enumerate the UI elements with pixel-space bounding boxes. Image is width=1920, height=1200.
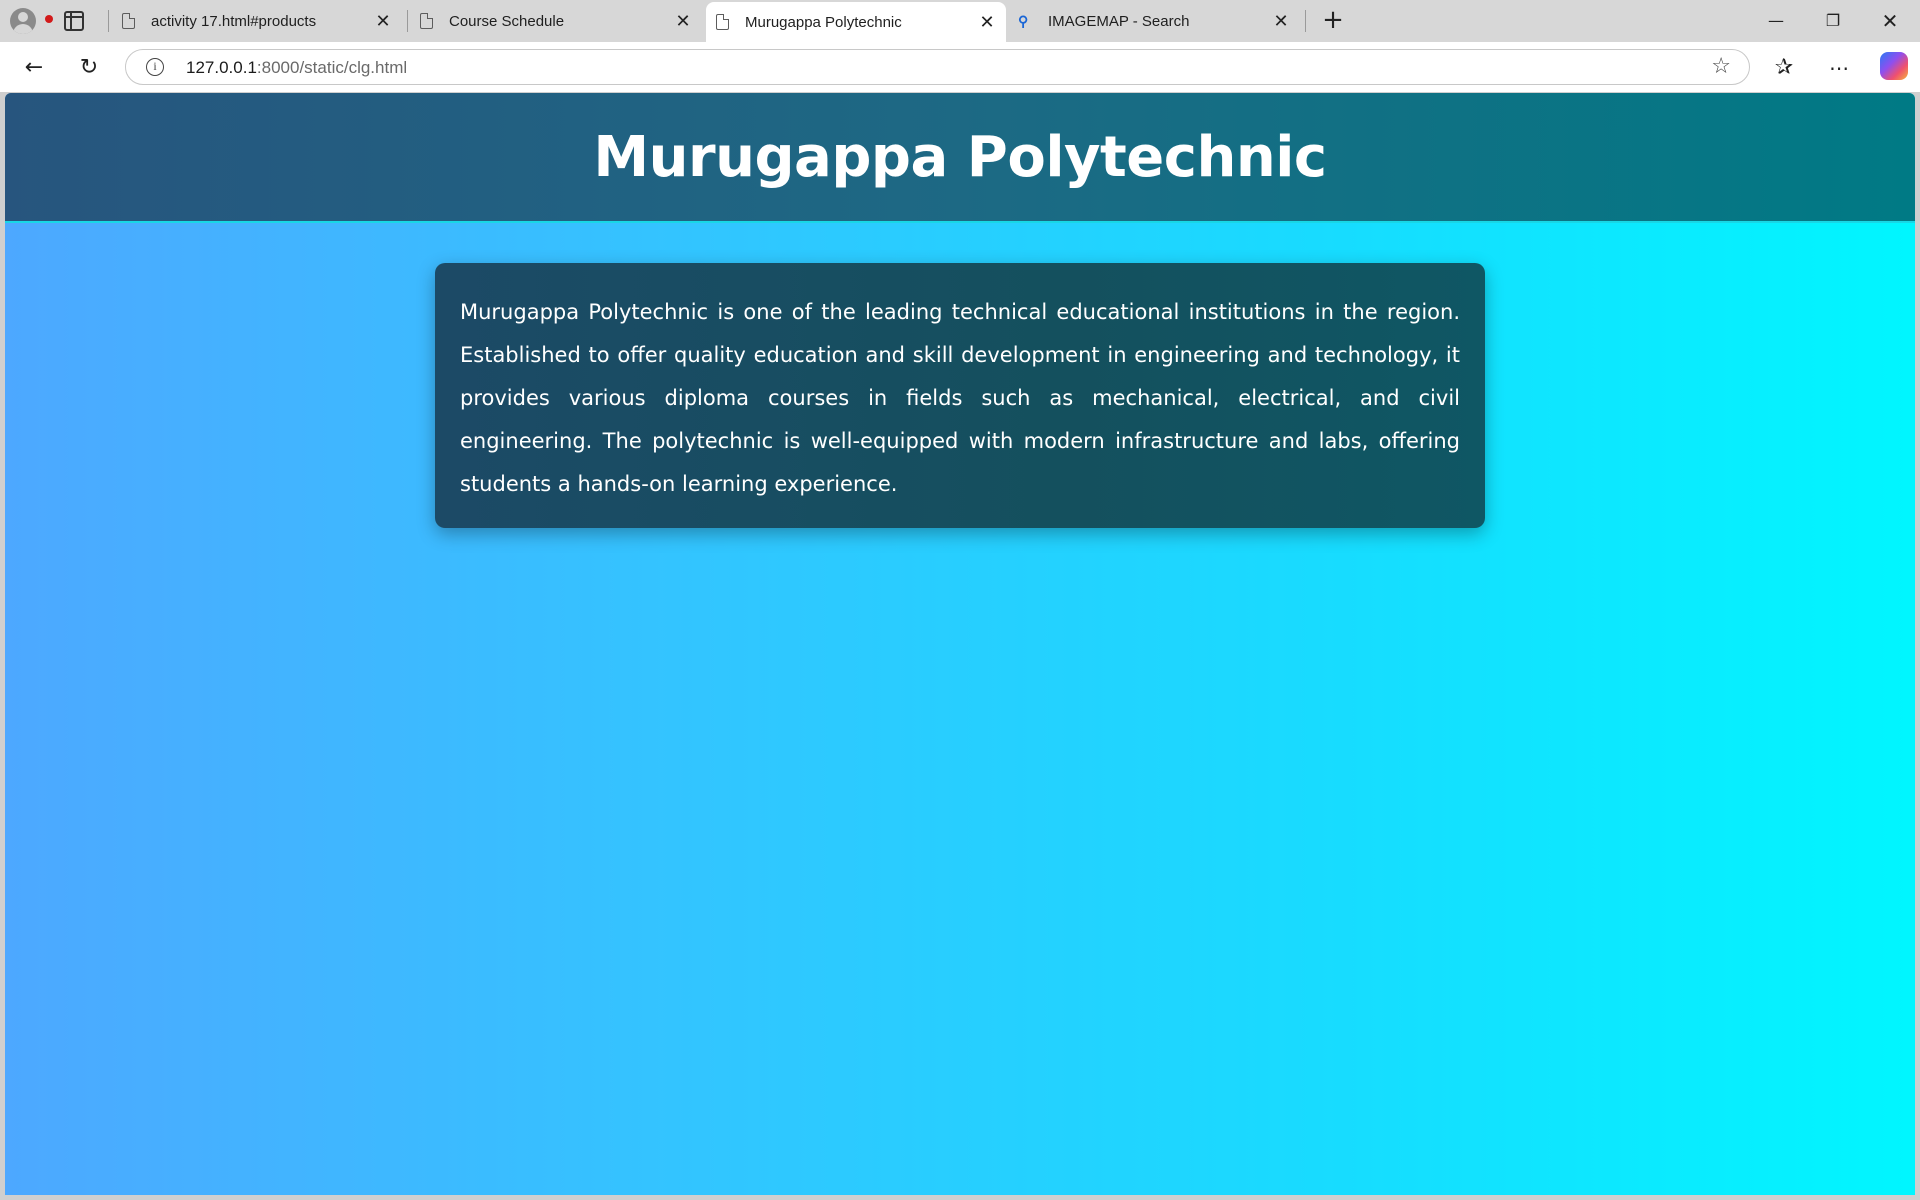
restore-button[interactable]: ❐ (1810, 6, 1856, 36)
tab-separator (108, 10, 109, 32)
document-icon (420, 13, 433, 29)
tab-label: IMAGEMAP - Search (1048, 12, 1190, 30)
tab-actions-icon[interactable] (64, 11, 84, 31)
favorite-star-icon[interactable]: ☆ (1711, 54, 1731, 79)
tab-murugappa-polytechnic[interactable]: Murugappa Polytechnic ✕ (706, 2, 1006, 42)
about-card: Murugappa Polytechnic is one of the lead… (435, 263, 1485, 528)
favorites-icon[interactable]: ✰ (1768, 52, 1800, 84)
tab-separator (407, 10, 408, 32)
address-bar[interactable]: i 127.0.0.1:8000/static/clg.html ☆ (125, 49, 1750, 85)
tab-label: Course Schedule (449, 12, 565, 30)
tab-strip: activity 17.html#products ✕ Course Sched… (0, 0, 1920, 42)
page-viewport: Murugappa Polytechnic Murugappa Polytech… (5, 93, 1915, 1195)
minimize-button[interactable]: — (1753, 6, 1799, 36)
about-paragraph: Murugappa Polytechnic is one of the lead… (460, 300, 1460, 496)
document-icon (122, 13, 135, 29)
notification-dot (10, 8, 53, 34)
url-path: :8000/static/clg.html (256, 58, 408, 77)
tab-activity-17[interactable]: activity 17.html#products ✕ (112, 4, 402, 38)
page-title: Murugappa Polytechnic (593, 124, 1327, 190)
refresh-icon[interactable]: ↻ (73, 52, 105, 84)
url-host: 127.0.0.1 (186, 58, 257, 77)
site-info-icon[interactable]: i (146, 58, 164, 76)
site-header: Murugappa Polytechnic (5, 93, 1915, 223)
url-text[interactable]: 127.0.0.1:8000/static/clg.html (186, 58, 407, 78)
tab-label: activity 17.html#products (151, 12, 317, 30)
back-arrow-icon[interactable]: ← (18, 52, 50, 84)
more-options-icon[interactable]: ⋯ (1823, 52, 1855, 84)
close-window-button[interactable]: ✕ (1867, 6, 1913, 36)
search-icon: ⚲ (1018, 13, 1029, 29)
tab-label: Murugappa Polytechnic (745, 13, 902, 31)
close-icon[interactable]: ✕ (976, 12, 998, 33)
tab-imagemap-search[interactable]: ⚲ IMAGEMAP - Search ✕ (1008, 4, 1300, 38)
tab-separator (1305, 10, 1306, 32)
close-icon[interactable]: ✕ (672, 11, 694, 32)
navigation-bar: ← ↻ i 127.0.0.1:8000/static/clg.html ☆ ✰… (0, 42, 1920, 92)
new-tab-button[interactable]: + (1318, 6, 1348, 36)
window-bottom-border (0, 1195, 1920, 1200)
close-icon[interactable]: ✕ (372, 11, 394, 32)
close-icon[interactable]: ✕ (1270, 11, 1292, 32)
tab-course-schedule[interactable]: Course Schedule ✕ (410, 4, 702, 38)
copilot-icon[interactable] (1880, 52, 1908, 80)
document-icon (716, 14, 729, 30)
